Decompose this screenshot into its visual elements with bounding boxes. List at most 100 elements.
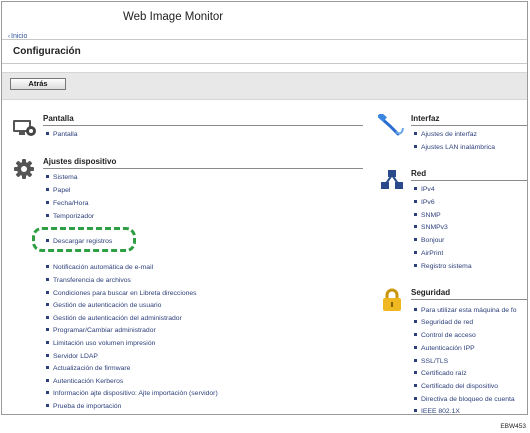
bullet-icon [46, 264, 49, 268]
menu-item-airprint[interactable]: AirPrint [414, 250, 443, 257]
menu-item-fecha-hora[interactable]: Fecha/Hora [46, 200, 89, 207]
gear-icon [14, 159, 34, 179]
menu-item-ipv6[interactable]: IPv6 [414, 199, 435, 206]
bullet-icon [46, 403, 49, 407]
menu-item-ieee-8021x[interactable]: IEEE 802.1X [414, 408, 460, 414]
menu-item-ipv4[interactable]: IPv4 [414, 186, 435, 193]
menu-item-label: Limitación uso volumen impresión [53, 340, 156, 347]
menu-item-gestion-autenticacion-admin[interactable]: Gestión de autenticación del administrad… [46, 315, 182, 322]
menu-item-ssl-tls[interactable]: SSL/TLS [414, 358, 448, 365]
section-divider [43, 168, 363, 169]
menu-item-label: Programar/Cambiar administrador [53, 327, 156, 334]
menu-item-label: IPv6 [421, 199, 435, 206]
menu-item-certificado-raiz[interactable]: Certificado raíz [414, 370, 467, 377]
menu-item-label: Notificación automática de e-mail [53, 264, 154, 271]
menu-item-label: Bonjour [421, 237, 445, 244]
menu-item-actualizacion-firmware[interactable]: Actualización de firmware [46, 365, 130, 372]
menu-item-directiva-bloqueo[interactable]: Directiva de bloqueo de cuenta [414, 396, 515, 403]
menu-item-autenticacion-ipp[interactable]: Autenticación IPP [414, 345, 475, 352]
menu-item-prueba-importacion[interactable]: Prueba de importación [46, 403, 121, 410]
menu-item-seguridad-red[interactable]: Seguridad de red [414, 319, 473, 326]
menu-item-label: Gestión de autenticación del administrad… [53, 315, 182, 322]
menu-item-label: Servidor LDAP [53, 353, 98, 360]
menu-item-label: Temporizador [53, 213, 95, 220]
menu-item-control-acceso[interactable]: Control de acceso [414, 332, 476, 339]
menu-item-label: Prueba de importación [53, 403, 122, 410]
menu-item-temporizador[interactable]: Temporizador [46, 213, 94, 220]
bullet-icon [46, 302, 49, 306]
bullet-icon [414, 383, 417, 387]
menu-item-sistema[interactable]: Sistema [46, 174, 78, 181]
bullet-icon [46, 378, 49, 382]
bullet-icon [414, 131, 417, 135]
bullet-icon [414, 396, 417, 400]
bullet-icon [46, 200, 49, 204]
menu-item-label: Transferencia de archivos [53, 277, 131, 284]
section-heading-seguridad: Seguridad [411, 288, 451, 297]
bullet-icon [414, 144, 417, 148]
menu-item-label: Gestión de autenticación de usuario [53, 302, 162, 309]
menu-item-label: Certificado del dispositivo [421, 383, 499, 390]
bullet-icon [414, 370, 417, 374]
bullet-icon [46, 353, 49, 357]
bullet-icon [414, 186, 417, 190]
bullet-icon [46, 277, 49, 281]
bullet-icon [46, 213, 49, 217]
bullet-icon [414, 250, 417, 254]
bullet-icon [414, 212, 417, 216]
menu-item-label: IPv4 [421, 186, 435, 193]
page-title: Configuración [13, 46, 81, 57]
menu-item-papel[interactable]: Papel [46, 187, 70, 194]
bullet-icon [46, 315, 49, 319]
menu-item-transferencia-archivos[interactable]: Transferencia de archivos [46, 277, 131, 284]
menu-item-label: Condiciones para buscar en Libreta direc… [53, 290, 197, 297]
menu-item-label: Sistema [53, 174, 78, 181]
monitor-gear-icon [13, 120, 36, 136]
bullet-icon [46, 365, 49, 369]
app-title: Web Image Monitor [123, 11, 224, 23]
header-divider [2, 39, 527, 40]
network-cable-icon [378, 114, 404, 136]
menu-item-gestion-autenticacion-usuario[interactable]: Gestión de autenticación de usuario [46, 302, 161, 309]
bullet-icon [414, 408, 417, 412]
menu-item-label: SNMPv3 [421, 224, 448, 231]
menu-item-programar-administrador[interactable]: Programar/Cambiar administrador [46, 327, 156, 334]
network-nodes-icon [381, 170, 403, 189]
menu-item-label: Certificado raíz [421, 370, 467, 377]
menu-item-ajustes-lan-inalambrica[interactable]: Ajustes LAN inalámbrica [414, 144, 495, 151]
menu-item-utilizar-maquina[interactable]: Para utilizar esta máquina de fo [414, 307, 517, 314]
menu-item-snmpv3[interactable]: SNMPv3 [414, 224, 448, 231]
menu-item-snmp[interactable]: SNMP [414, 212, 441, 219]
menu-item-label: SSL/TLS [421, 358, 449, 365]
menu-item-info-ajte-importacion[interactable]: Información ajte dispositivo: Ajte impor… [46, 390, 218, 397]
bullet-icon [414, 345, 417, 349]
section-divider [43, 125, 363, 126]
menu-item-descargar-registros[interactable]: Descargar registros [46, 238, 112, 245]
toolbar [2, 72, 527, 100]
menu-item-label: Papel [53, 187, 71, 194]
menu-item-label: Ajustes de interfaz [421, 131, 477, 138]
menu-item-condiciones-busqueda[interactable]: Condiciones para buscar en Libreta direc… [46, 290, 197, 297]
menu-item-label: Para utilizar esta máquina de fo [421, 307, 517, 314]
bullet-icon [46, 238, 49, 242]
menu-item-servidor-ldap[interactable]: Servidor LDAP [46, 353, 98, 360]
menu-item-label: SNMP [421, 212, 441, 219]
menu-item-label: Pantalla [53, 131, 78, 138]
bullet-icon [414, 237, 417, 241]
menu-item-registro-sistema[interactable]: Registro sistema [414, 263, 472, 270]
section-divider [411, 180, 527, 181]
section-heading-ajustes-dispositivo: Ajustes dispositivo [43, 157, 117, 166]
title-divider [2, 63, 527, 64]
section-divider [411, 125, 527, 126]
back-button[interactable]: Atrás [10, 78, 66, 90]
menu-item-certificado-dispositivo[interactable]: Certificado del dispositivo [414, 383, 498, 390]
section-heading-pantalla: Pantalla [43, 114, 74, 123]
bullet-icon [414, 319, 417, 323]
menu-item-limitacion-impresion[interactable]: Limitación uso volumen impresión [46, 340, 155, 347]
menu-item-notificacion-email[interactable]: Notificación automática de e-mail [46, 264, 153, 271]
menu-item-autenticacion-kerberos[interactable]: Autenticación Kerberos [46, 378, 123, 385]
bullet-icon [46, 131, 49, 135]
menu-item-ajustes-interfaz[interactable]: Ajustes de interfaz [414, 131, 477, 138]
menu-item-bonjour[interactable]: Bonjour [414, 237, 444, 244]
menu-item-pantalla[interactable]: Pantalla [46, 131, 78, 138]
